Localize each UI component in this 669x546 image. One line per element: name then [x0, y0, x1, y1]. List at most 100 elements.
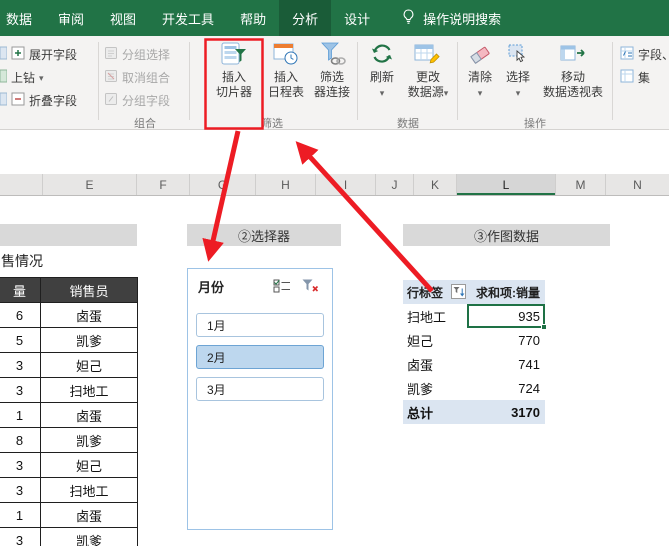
- cell-person[interactable]: 卤蛋: [40, 502, 138, 528]
- filter-connections-label-1: 筛选: [319, 70, 344, 84]
- cell-person[interactable]: 凯爹: [40, 427, 138, 453]
- collapse-field-button[interactable]: 折叠字段: [0, 90, 77, 110]
- dropdown-caret-icon: [478, 85, 483, 101]
- slicer-icon: [220, 40, 248, 68]
- pivot-data-row: 卤蛋 741: [403, 352, 545, 376]
- clear-label: 清除: [467, 70, 492, 84]
- row-labels-filter-dropdown[interactable]: [451, 284, 466, 302]
- tab-help[interactable]: 帮助: [227, 0, 279, 36]
- column-header-N[interactable]: N: [606, 174, 669, 195]
- cell-qty[interactable]: 1: [0, 402, 41, 428]
- drill-up-button[interactable]: 上钻: [0, 67, 44, 87]
- tab-data[interactable]: 数据: [0, 0, 45, 36]
- pivot-row-value[interactable]: 770: [467, 333, 545, 348]
- slicer-item-jan[interactable]: 1月: [196, 313, 324, 337]
- ungroup-button: 取消组合: [104, 67, 170, 87]
- slicer-item-feb-selected[interactable]: 2月: [196, 345, 324, 369]
- cell-qty[interactable]: 8: [0, 427, 41, 453]
- sales-header-row: 量 销售员: [0, 277, 138, 303]
- tab-review[interactable]: 审阅: [45, 0, 97, 36]
- cell-qty[interactable]: 3: [0, 377, 41, 403]
- pivot-row-label[interactable]: 妲己: [403, 328, 467, 352]
- cell-qty[interactable]: 3: [0, 352, 41, 378]
- clear-button[interactable]: 清除: [462, 40, 498, 101]
- column-header-partial[interactable]: [0, 174, 43, 195]
- column-header-E[interactable]: E: [43, 174, 137, 195]
- cell-qty[interactable]: 3: [0, 527, 41, 546]
- chart-data-section-bar: ③作图数据: [403, 224, 610, 246]
- table-row: 5 凯爹: [0, 327, 138, 353]
- table-row: 1 卤蛋: [0, 402, 138, 428]
- tab-analyze[interactable]: 分析: [279, 0, 332, 36]
- move-pivottable-label-2: 数据透视表: [542, 85, 603, 99]
- ribbon: 展开字段 上钻 折叠字段 分组选择 取消组合 分组字段 组合: [0, 36, 669, 130]
- tell-me-search[interactable]: 操作说明搜索: [391, 0, 511, 36]
- pivot-total-value[interactable]: 3170: [467, 405, 545, 420]
- filter-connections-label-2: 器连接: [313, 85, 350, 99]
- insert-slicer-button[interactable]: 插入 切片器: [207, 40, 261, 100]
- column-header-K[interactable]: K: [414, 174, 457, 195]
- column-header-F[interactable]: F: [137, 174, 190, 195]
- refresh-label: 刷新: [369, 70, 394, 84]
- group-group-caption: 组合: [134, 118, 156, 130]
- slicer-month: 月份 1月 2月 3月: [187, 268, 333, 530]
- cell-person[interactable]: 卤蛋: [40, 302, 138, 328]
- refresh-button[interactable]: 刷新: [363, 40, 401, 101]
- column-header-L-selected[interactable]: L: [457, 174, 556, 195]
- clear-filter-icon[interactable]: [300, 277, 320, 294]
- cell-person[interactable]: 凯爹: [40, 527, 138, 546]
- table-row: 3 凯爹: [0, 527, 138, 546]
- sets-button[interactable]: 集: [620, 67, 650, 87]
- column-header-strip: E F G H I J K L M N: [0, 174, 669, 196]
- move-pivottable-label-1: 移动: [560, 70, 585, 84]
- table-row: 8 凯爹: [0, 427, 138, 453]
- move-pivottable-icon: [559, 40, 587, 68]
- pivot-total-label[interactable]: 总计: [403, 400, 467, 424]
- column-header-J[interactable]: J: [376, 174, 414, 195]
- pivot-row-value[interactable]: 724: [467, 381, 545, 396]
- pivot-value-header[interactable]: 求和项:销量: [467, 284, 545, 301]
- cell-person[interactable]: 扫地工: [40, 477, 138, 503]
- fill-handle[interactable]: [541, 324, 547, 330]
- expand-field-button[interactable]: 展开字段: [0, 44, 77, 64]
- column-header-M[interactable]: M: [556, 174, 606, 195]
- pivot-row-label[interactable]: 凯爹: [403, 376, 467, 400]
- tab-design[interactable]: 设计: [331, 0, 383, 36]
- column-header-I[interactable]: I: [316, 174, 376, 195]
- cell-person[interactable]: 扫地工: [40, 377, 138, 403]
- cell-qty[interactable]: 3: [0, 452, 41, 478]
- filter-connections-button[interactable]: 筛选 器连接: [309, 40, 355, 100]
- excel-window: 数据 审阅 视图 开发工具 帮助 分析 设计 操作说明搜索 展开字段 上钻 折叠…: [0, 0, 669, 546]
- fields-items-sets-button[interactable]: 字段、: [620, 44, 669, 64]
- active-cell-selection-border: [467, 304, 547, 330]
- cell-qty[interactable]: 6: [0, 302, 41, 328]
- cell-qty[interactable]: 5: [0, 327, 41, 353]
- slicer-item-mar[interactable]: 3月: [196, 377, 324, 401]
- cell-person[interactable]: 妲己: [40, 452, 138, 478]
- pivot-row-label[interactable]: 扫地工: [403, 304, 467, 328]
- move-pivottable-button[interactable]: 移动 数据透视表: [538, 40, 608, 100]
- sales-header-qty[interactable]: 量: [0, 277, 41, 303]
- select-button[interactable]: 选择: [500, 40, 536, 101]
- table-row: 3 扫地工: [0, 377, 138, 403]
- pivot-row-label[interactable]: 卤蛋: [403, 352, 467, 376]
- insert-timeline-button[interactable]: 插入 日程表: [263, 40, 309, 100]
- tab-developer[interactable]: 开发工具: [149, 0, 227, 36]
- cell-qty[interactable]: 1: [0, 502, 41, 528]
- table-row: 1 卤蛋: [0, 502, 138, 528]
- cell-person[interactable]: 妲己: [40, 352, 138, 378]
- cell-qty[interactable]: 3: [0, 477, 41, 503]
- column-header-G[interactable]: G: [190, 174, 256, 195]
- pivot-data-row: 妲己 770: [403, 328, 545, 352]
- change-data-source-button[interactable]: 更改 数据源: [403, 40, 453, 101]
- cell-person[interactable]: 凯爹: [40, 327, 138, 353]
- sales-header-person[interactable]: 销售员: [40, 277, 138, 303]
- tab-view[interactable]: 视图: [97, 0, 149, 36]
- collapse-field-icon: [11, 92, 25, 109]
- column-header-H[interactable]: H: [256, 174, 316, 195]
- ribbon-tab-bar: 数据 审阅 视图 开发工具 帮助 分析 设计 操作说明搜索: [0, 0, 669, 36]
- multi-select-icon[interactable]: [272, 277, 292, 294]
- pivot-row-value[interactable]: 741: [467, 357, 545, 372]
- cell-person[interactable]: 卤蛋: [40, 402, 138, 428]
- pivot-row-label-header[interactable]: 行标签: [403, 280, 467, 304]
